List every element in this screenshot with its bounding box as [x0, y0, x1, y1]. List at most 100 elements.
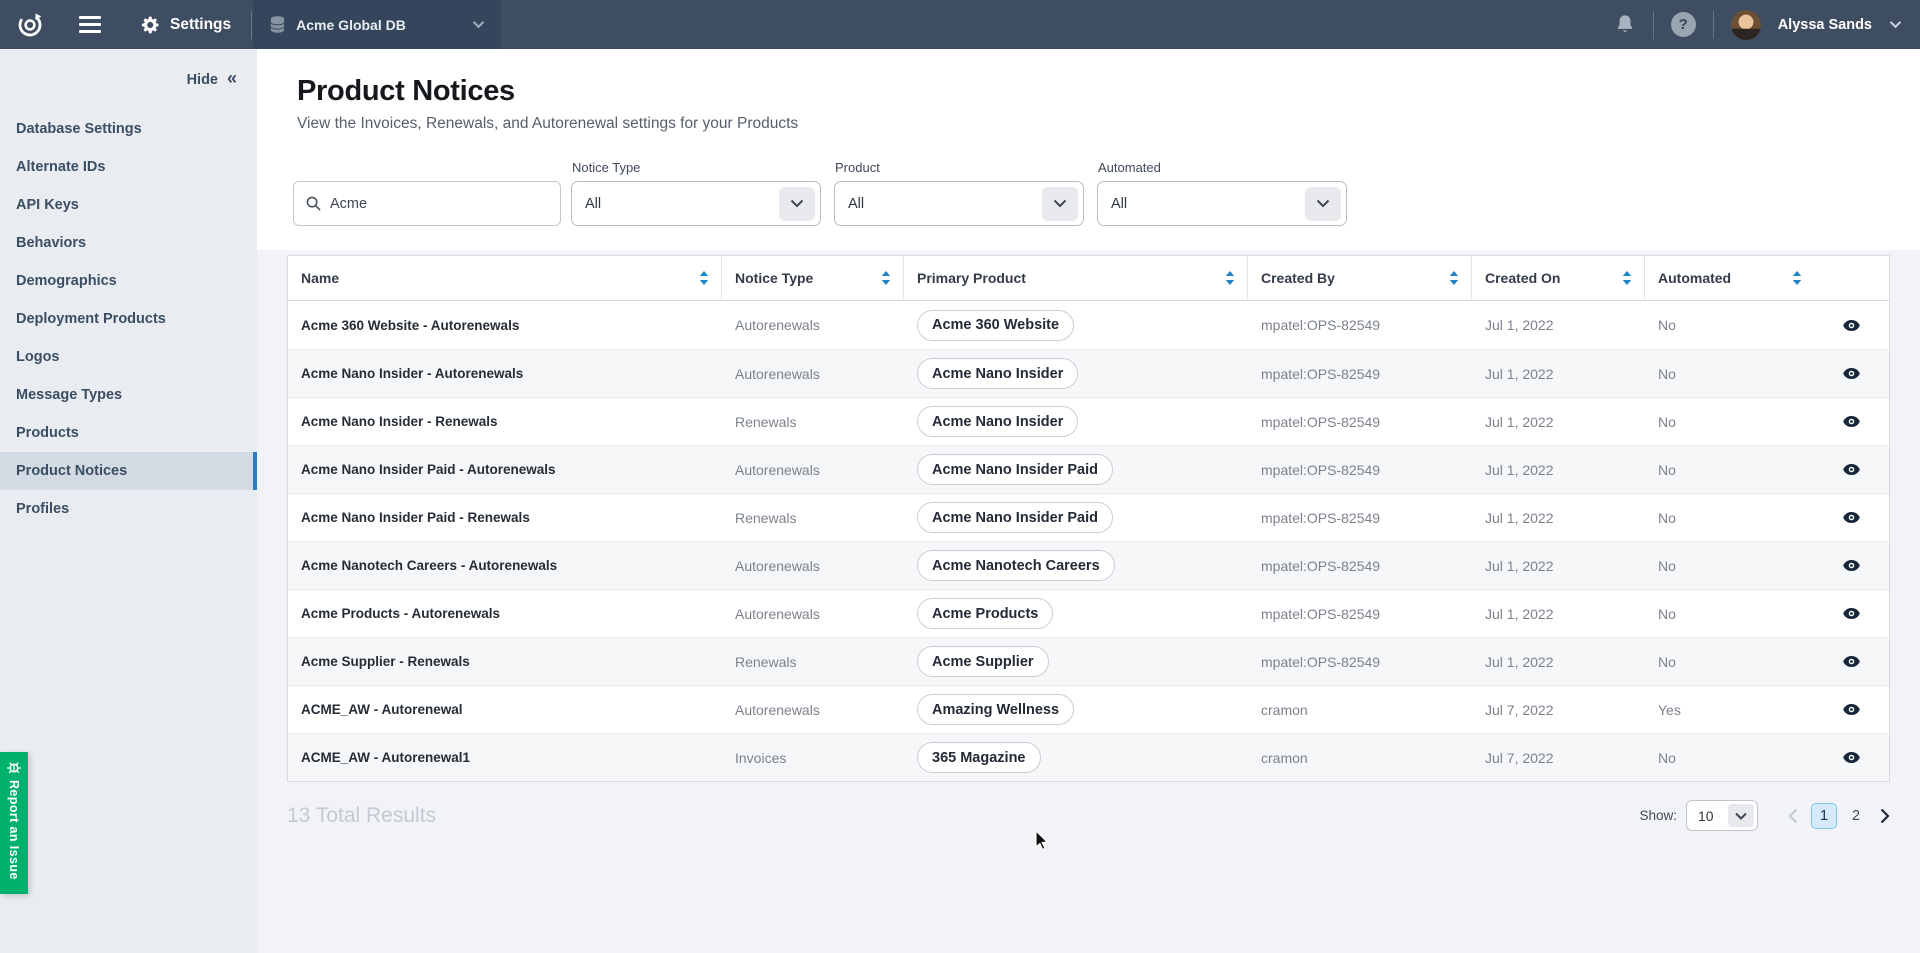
column-header-automated[interactable]: Automated: [1645, 256, 1814, 300]
product-chip[interactable]: Acme Nano Insider: [917, 406, 1078, 437]
sidebar-item-api-keys[interactable]: API Keys: [0, 186, 257, 224]
table-row[interactable]: Acme Supplier - Renewals Renewals Acme S…: [288, 637, 1889, 685]
prev-page-icon[interactable]: [1788, 808, 1798, 824]
filter-select-automated[interactable]: All: [1097, 181, 1347, 226]
report-issue-button[interactable]: Report an Issue: [0, 752, 28, 894]
cell-primary-product: Acme Products: [904, 590, 1248, 637]
filter-group: Automated All: [1097, 160, 1347, 226]
cell-automated: No: [1645, 638, 1814, 685]
cell-created-on: Jul 1, 2022: [1472, 398, 1645, 445]
table-row[interactable]: Acme Nano Insider - Renewals Renewals Ac…: [288, 397, 1889, 445]
cell-actions: [1814, 494, 1889, 541]
filter-select-notice-type[interactable]: All: [571, 181, 821, 226]
table-row[interactable]: ACME_AW - Autorenewal1 Invoices 365 Maga…: [288, 733, 1889, 781]
chevron-down-icon[interactable]: [1889, 20, 1902, 29]
view-eye-icon[interactable]: [1842, 652, 1861, 671]
cell-actions: [1814, 350, 1889, 397]
cell-created-on: Jul 7, 2022: [1472, 686, 1645, 733]
cell-created-by: cramon: [1248, 686, 1472, 733]
view-eye-icon[interactable]: [1842, 604, 1861, 623]
sort-icon[interactable]: [1792, 271, 1802, 285]
product-chip[interactable]: Acme Supplier: [917, 646, 1049, 677]
product-chip[interactable]: Acme Products: [917, 598, 1053, 629]
sidebar-item-alternate-ids[interactable]: Alternate IDs: [0, 148, 257, 186]
page-1-button[interactable]: 1: [1811, 803, 1837, 829]
cell-created-on: Jul 1, 2022: [1472, 301, 1645, 349]
table-row[interactable]: Acme Products - Autorenewals Autorenewal…: [288, 589, 1889, 637]
sort-icon[interactable]: [1622, 271, 1632, 285]
page-header: Product Notices View the Invoices, Renew…: [257, 49, 1920, 250]
sidebar-item-message-types[interactable]: Message Types: [0, 376, 257, 414]
database-selector-dropdown[interactable]: Acme Global DB: [253, 0, 501, 49]
sidebar-item-database-settings[interactable]: Database Settings: [0, 110, 257, 148]
page-size-select[interactable]: 10: [1686, 800, 1758, 831]
table-row[interactable]: Acme Nano Insider Paid - Renewals Renewa…: [288, 493, 1889, 541]
page-2-button[interactable]: 2: [1843, 803, 1869, 829]
total-results: 13 Total Results: [287, 804, 436, 828]
column-header-label: Name: [301, 270, 339, 286]
menu-icon[interactable]: [79, 16, 101, 33]
cell-created-on: Jul 1, 2022: [1472, 590, 1645, 637]
sidebar-collapse-button[interactable]: Hide«: [0, 49, 257, 101]
column-header-notice-type[interactable]: Notice Type: [722, 256, 904, 300]
table-row[interactable]: Acme 360 Website - Autorenewals Autorene…: [288, 301, 1889, 349]
sidebar-item-deployment-products[interactable]: Deployment Products: [0, 300, 257, 338]
product-chip[interactable]: Amazing Wellness: [917, 694, 1074, 725]
cell-primary-product: Acme Nano Insider Paid: [904, 494, 1248, 541]
cell-primary-product: Amazing Wellness: [904, 686, 1248, 733]
filter-group: Notice Type All: [571, 160, 821, 226]
product-chip[interactable]: Acme Nano Insider Paid: [917, 454, 1113, 485]
main-content: Product Notices View the Invoices, Renew…: [257, 49, 1920, 953]
notification-bell-icon[interactable]: [1614, 13, 1636, 37]
sort-icon[interactable]: [1225, 271, 1235, 285]
sidebar-item-product-notices[interactable]: Product Notices: [0, 452, 257, 490]
sort-icon[interactable]: [881, 271, 891, 285]
sort-icon[interactable]: [1449, 271, 1459, 285]
next-page-icon[interactable]: [1880, 808, 1890, 824]
cell-actions: [1814, 638, 1889, 685]
app-logo-icon[interactable]: [17, 12, 43, 38]
view-eye-icon[interactable]: [1842, 316, 1861, 335]
cell-primary-product: Acme Nano Insider Paid: [904, 446, 1248, 493]
column-header-created-by[interactable]: Created By: [1248, 256, 1472, 300]
column-header-name[interactable]: Name: [288, 256, 722, 300]
view-eye-icon[interactable]: [1842, 556, 1861, 575]
settings-nav[interactable]: Settings: [141, 15, 231, 35]
search-box: [293, 181, 561, 226]
user-avatar[interactable]: [1731, 10, 1761, 40]
table-row[interactable]: ACME_AW - Autorenewal Autorenewals Amazi…: [288, 685, 1889, 733]
view-eye-icon[interactable]: [1842, 460, 1861, 479]
product-chip[interactable]: Acme Nano Insider: [917, 358, 1078, 389]
user-name[interactable]: Alyssa Sands: [1778, 17, 1872, 33]
table-row[interactable]: Acme Nanotech Careers - Autorenewals Aut…: [288, 541, 1889, 589]
product-chip[interactable]: Acme Nano Insider Paid: [917, 502, 1113, 533]
column-header-primary-product[interactable]: Primary Product: [904, 256, 1248, 300]
view-eye-icon[interactable]: [1842, 700, 1861, 719]
cell-actions: [1814, 446, 1889, 493]
product-chip[interactable]: 365 Magazine: [917, 742, 1041, 773]
help-icon[interactable]: ?: [1671, 12, 1696, 37]
search-input[interactable]: [330, 196, 530, 212]
sidebar-item-behaviors[interactable]: Behaviors: [0, 224, 257, 262]
sidebar-item-products[interactable]: Products: [0, 414, 257, 452]
product-chip[interactable]: Acme Nanotech Careers: [917, 550, 1115, 581]
sidebar-item-demographics[interactable]: Demographics: [0, 262, 257, 300]
cell-automated: No: [1645, 301, 1814, 349]
view-eye-icon[interactable]: [1842, 508, 1861, 527]
filter-select-product[interactable]: All: [834, 181, 1084, 226]
cell-notice-type: Invoices: [722, 734, 904, 781]
view-eye-icon[interactable]: [1842, 364, 1861, 383]
view-eye-icon[interactable]: [1842, 748, 1861, 767]
table-row[interactable]: Acme Nano Insider - Autorenewals Autoren…: [288, 349, 1889, 397]
cell-notice-type: Autorenewals: [722, 301, 904, 349]
sidebar-item-logos[interactable]: Logos: [0, 338, 257, 376]
filter-group: Product All: [834, 160, 1084, 226]
cell-automated: No: [1645, 542, 1814, 589]
sort-icon[interactable]: [699, 271, 709, 285]
view-eye-icon[interactable]: [1842, 412, 1861, 431]
sidebar-item-profiles[interactable]: Profiles: [0, 490, 257, 528]
product-chip[interactable]: Acme 360 Website: [917, 310, 1074, 341]
table-row[interactable]: Acme Nano Insider Paid - Autorenewals Au…: [288, 445, 1889, 493]
topbar-divider: [1713, 11, 1714, 39]
column-header-created-on[interactable]: Created On: [1472, 256, 1645, 300]
